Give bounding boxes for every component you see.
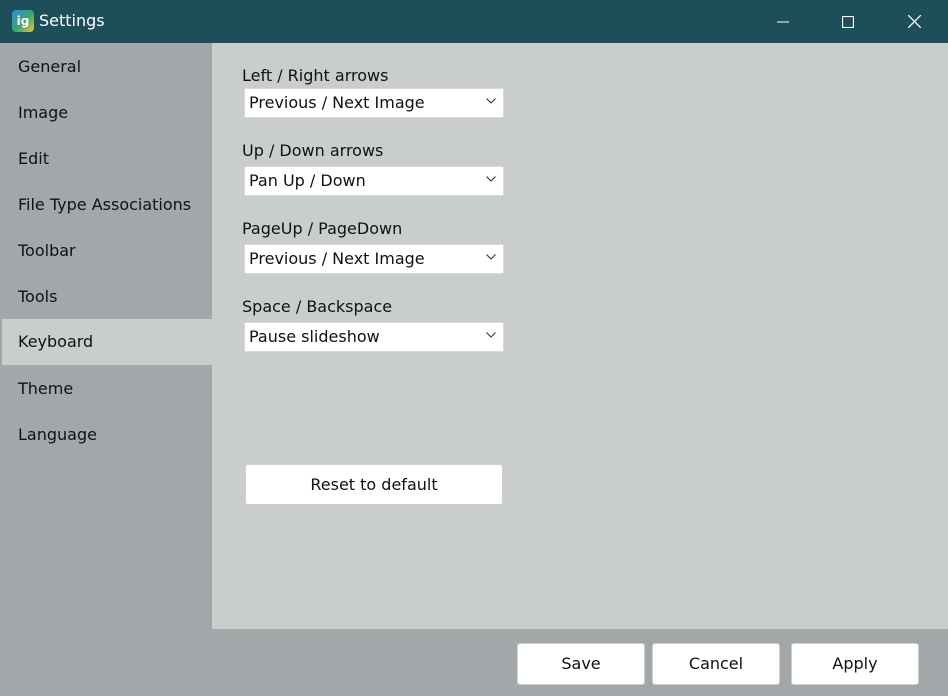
maximize-button[interactable]: [823, 0, 873, 43]
chevron-down-icon: [486, 254, 496, 260]
close-button[interactable]: [889, 0, 939, 43]
pageup-pagedown-label: PageUp / PageDown: [242, 219, 403, 238]
up-down-arrows-value: Pan Up / Down: [249, 171, 366, 190]
pageup-pagedown-value: Previous / Next Image: [249, 249, 425, 268]
left-right-arrows-dropdown[interactable]: Previous / Next Image: [244, 88, 504, 118]
sidebar-item-toolbar[interactable]: Toolbar: [2, 228, 212, 274]
sidebar-item-keyboard[interactable]: Keyboard: [2, 319, 212, 365]
sidebar-item-language[interactable]: Language: [2, 412, 212, 458]
left-right-arrows-label: Left / Right arrows: [242, 66, 389, 85]
sidebar-item-tools[interactable]: Tools: [2, 274, 212, 320]
sidebar-item-edit[interactable]: Edit: [2, 136, 212, 182]
minimize-button[interactable]: [758, 0, 808, 43]
save-button[interactable]: Save: [517, 643, 645, 685]
pageup-pagedown-dropdown[interactable]: Previous / Next Image: [244, 244, 504, 274]
app-logo-text: ig: [16, 14, 30, 28]
chevron-down-icon: [486, 332, 496, 338]
chevron-down-icon: [486, 98, 496, 104]
keyboard-settings-panel: Left / Right arrows Previous / Next Imag…: [212, 43, 948, 629]
window-title: Settings: [39, 11, 105, 30]
sidebar-item-file-type-associations[interactable]: File Type Associations: [2, 182, 212, 228]
maximize-icon: [842, 15, 854, 28]
space-backspace-value: Pause slideshow: [249, 327, 380, 346]
app-logo-icon: ig: [12, 10, 34, 32]
minimize-icon: [777, 21, 789, 22]
reset-to-default-button[interactable]: Reset to default: [245, 464, 503, 505]
sidebar-item-general[interactable]: General: [2, 44, 212, 90]
up-down-arrows-label: Up / Down arrows: [242, 141, 384, 160]
sidebar-item-theme[interactable]: Theme: [2, 366, 212, 412]
space-backspace-label: Space / Backspace: [242, 297, 393, 316]
left-right-arrows-value: Previous / Next Image: [249, 93, 425, 112]
settings-sidebar: General Image Edit File Type Association…: [0, 43, 212, 629]
cancel-button[interactable]: Cancel: [652, 643, 780, 685]
apply-button[interactable]: Apply: [791, 643, 919, 685]
space-backspace-dropdown[interactable]: Pause slideshow: [244, 322, 504, 352]
title-bar: ig Settings: [0, 0, 948, 43]
close-icon: [907, 15, 921, 28]
dialog-footer: Save Cancel Apply: [0, 629, 948, 696]
up-down-arrows-dropdown[interactable]: Pan Up / Down: [244, 166, 504, 196]
sidebar-item-image[interactable]: Image: [2, 90, 212, 136]
chevron-down-icon: [486, 176, 496, 182]
